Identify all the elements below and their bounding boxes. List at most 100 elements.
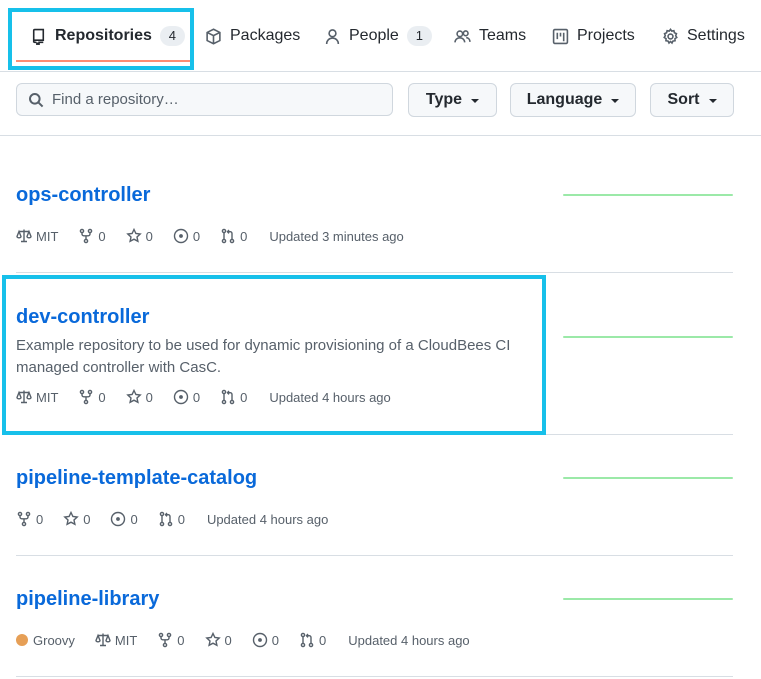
stars-link[interactable]: 0 [125, 228, 153, 244]
forks-link[interactable]: 0 [16, 511, 43, 527]
repo-name-link[interactable]: dev-controller [16, 306, 149, 329]
activity-sparkline [563, 597, 733, 601]
updated-timestamp: Updated 4 hours ago [348, 632, 470, 648]
issue-icon [173, 228, 189, 244]
forks-count: 0 [98, 389, 106, 405]
license-info: MIT [16, 228, 58, 244]
type-filter-label: Type [425, 91, 463, 108]
divider [16, 676, 733, 677]
pulls-count: 0 [319, 632, 327, 648]
license-label: MIT [36, 389, 59, 405]
tab-projects[interactable]: Projects [552, 16, 635, 56]
gear-icon [663, 27, 678, 44]
issues-count: 0 [192, 228, 201, 244]
pulls-link[interactable]: 0 [220, 228, 247, 244]
repo-description: Example repository to be used for dynami… [16, 337, 511, 376]
divider [0, 135, 761, 136]
pulls-count: 0 [240, 389, 248, 405]
forks-link[interactable]: 0 [157, 632, 185, 648]
issues-count: 0 [192, 389, 201, 405]
tab-packages[interactable]: Packages [205, 16, 300, 56]
issues-link[interactable]: 0 [110, 511, 138, 527]
tab-repositories[interactable]: Repositories 4 [30, 16, 185, 56]
forks-link[interactable]: 0 [78, 389, 106, 405]
issues-count: 0 [130, 511, 138, 527]
tab-people[interactable]: People 1 [324, 16, 432, 56]
issues-count: 0 [271, 632, 279, 648]
fork-icon [17, 511, 31, 527]
repo-icon [32, 28, 45, 45]
forks-count: 0 [177, 632, 185, 648]
pulls-count: 0 [240, 228, 248, 244]
issue-icon [173, 389, 189, 405]
language-color-dot [16, 634, 28, 646]
license-info: MIT [95, 632, 137, 648]
pulls-count: 0 [177, 511, 185, 527]
people-icon [454, 29, 471, 42]
stars-count: 0 [145, 389, 153, 405]
star-icon [204, 632, 221, 647]
repository-search[interactable] [16, 83, 393, 116]
repo-name-link[interactable]: pipeline-template-catalog [16, 467, 257, 490]
type-filter-button[interactable]: Type [408, 83, 497, 117]
chevron-down-icon [471, 99, 480, 103]
sort-label: Sort [667, 91, 700, 108]
active-tab-indicator [16, 60, 190, 62]
divider [16, 555, 733, 556]
language-filter-label: Language [526, 91, 603, 108]
pull-request-icon [221, 389, 235, 405]
updated-timestamp: Updated 3 minutes ago [269, 228, 404, 244]
search-input[interactable] [50, 90, 374, 109]
tab-label: Repositories [55, 27, 152, 44]
tab-label: Teams [479, 27, 527, 44]
activity-sparkline [563, 335, 733, 339]
issues-link[interactable]: 0 [173, 228, 200, 244]
chevron-down-icon [611, 99, 620, 103]
tab-label: Projects [577, 27, 635, 44]
fork-icon [80, 228, 93, 244]
forks-count: 0 [98, 228, 106, 244]
tab-label: Packages [230, 27, 301, 44]
stars-link[interactable]: 0 [204, 632, 232, 648]
repositories-count-badge: 4 [159, 26, 185, 46]
license-info: MIT [16, 389, 58, 405]
repo-name-link[interactable]: ops-controller [16, 184, 150, 207]
stars-link[interactable]: 0 [63, 511, 90, 527]
law-icon [16, 390, 32, 404]
issue-icon [252, 632, 267, 648]
repo-meta: Groovy MIT 0 0 0 0 Updated 4 hours ago [16, 632, 470, 648]
people-count-badge: 1 [406, 26, 432, 46]
pull-request-icon [221, 228, 235, 244]
tab-settings[interactable]: Settings [662, 16, 745, 56]
license-label: MIT [114, 632, 138, 648]
updated-timestamp: Updated 4 hours ago [206, 511, 329, 527]
pulls-link[interactable]: 0 [299, 632, 326, 648]
tab-label: People [349, 27, 399, 44]
repo-name-link[interactable]: pipeline-library [16, 588, 159, 611]
search-icon [29, 92, 44, 107]
tab-label: Settings [687, 27, 745, 44]
forks-link[interactable]: 0 [78, 228, 106, 244]
fork-icon [158, 632, 172, 648]
repo-meta: 0 0 0 0 Updated 4 hours ago [16, 511, 328, 527]
repo-meta: MIT 0 0 0 0 Updated 4 hours ago [16, 389, 391, 405]
activity-sparkline [563, 193, 733, 197]
pulls-link[interactable]: 0 [158, 511, 185, 527]
updated-timestamp: Updated 4 hours ago [269, 389, 391, 405]
forks-count: 0 [36, 511, 44, 527]
language-filter-button[interactable]: Language [510, 83, 636, 117]
package-icon [206, 27, 221, 45]
language-label: Groovy [33, 632, 75, 648]
org-tab-nav: Repositories 4 Packages People 1 Teams P… [0, 0, 761, 72]
sort-button[interactable]: Sort [650, 83, 734, 117]
issues-link[interactable]: 0 [173, 389, 200, 405]
star-icon [125, 389, 142, 404]
pulls-link[interactable]: 0 [220, 389, 247, 405]
divider [16, 434, 733, 435]
issues-link[interactable]: 0 [252, 632, 279, 648]
stars-link[interactable]: 0 [125, 389, 153, 405]
law-icon [16, 229, 32, 243]
license-label: MIT [36, 228, 59, 244]
tab-teams[interactable]: Teams [454, 16, 526, 56]
stars-count: 0 [224, 632, 232, 648]
